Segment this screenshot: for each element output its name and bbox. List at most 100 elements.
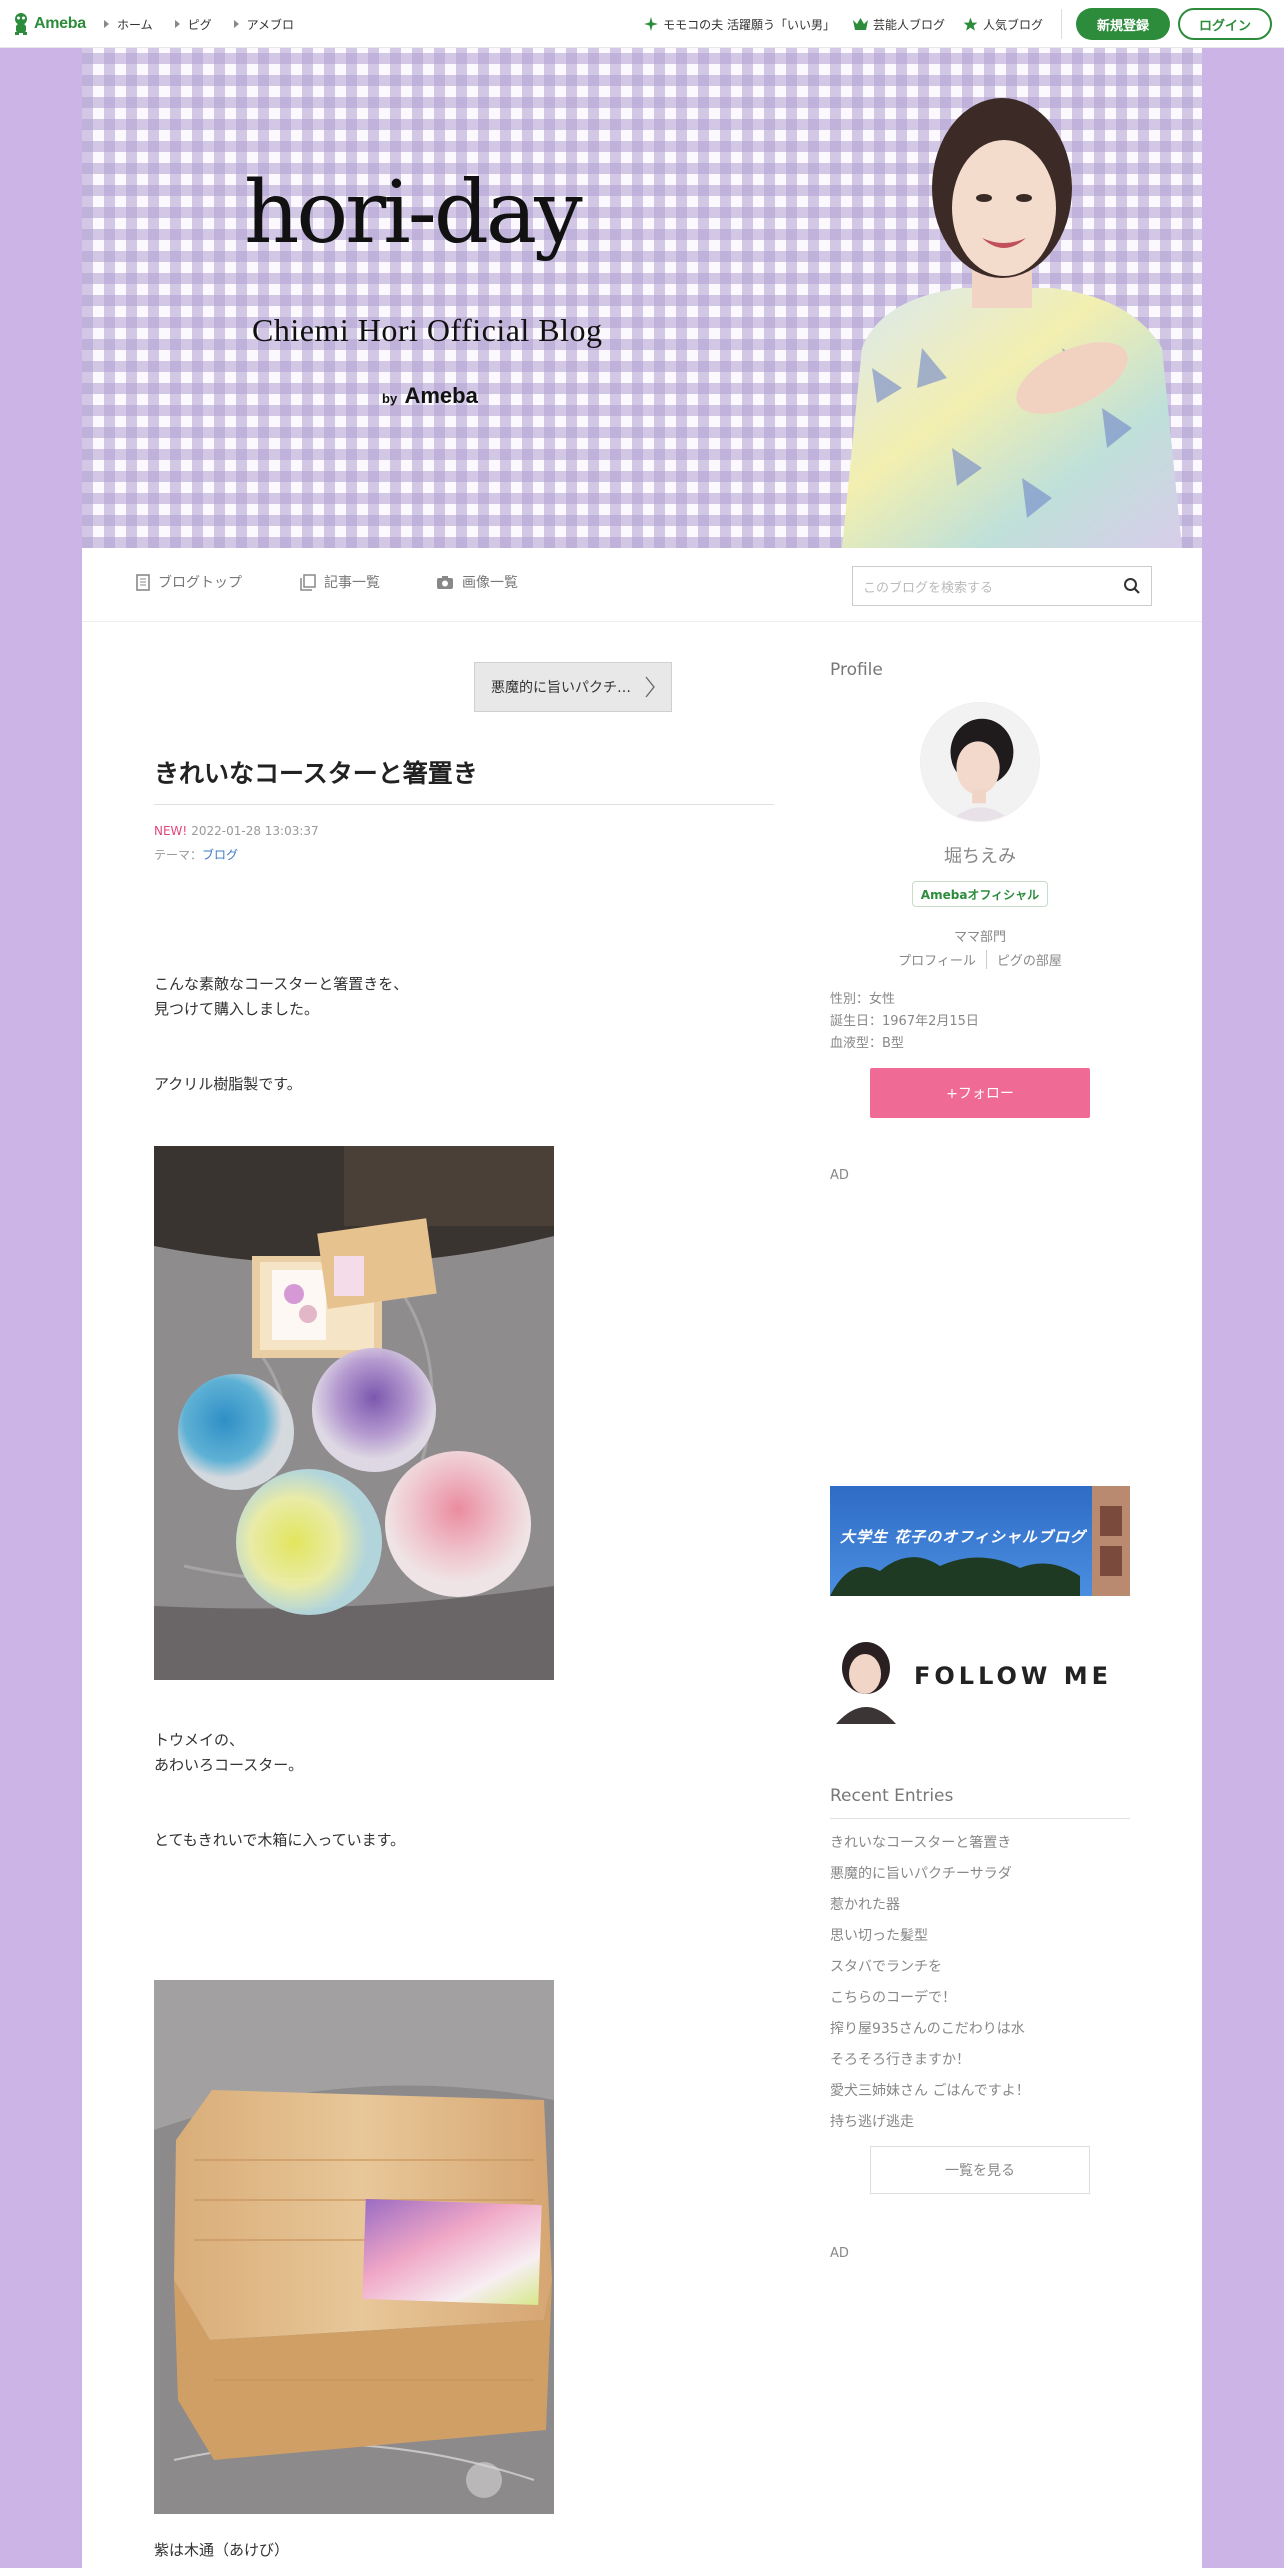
recent-divider bbox=[830, 1818, 1130, 1819]
title-divider bbox=[154, 804, 774, 805]
profile-name[interactable]: 堀ちえみ bbox=[830, 842, 1130, 868]
recent-entries-heading: Recent Entries bbox=[830, 1786, 954, 1806]
official-badge: Amebaオフィシャル bbox=[912, 881, 1048, 907]
nav-blog-top[interactable]: ブログトップ bbox=[136, 572, 242, 592]
post-datetime: 2022-01-28 13:03:37 bbox=[191, 824, 319, 838]
theme-prefix: テーマ： bbox=[154, 848, 203, 862]
crown-icon bbox=[852, 18, 868, 30]
post-paragraph: アクリル樹脂製です。 bbox=[154, 1075, 302, 1093]
profile-blood-type: 血液型：B型 bbox=[830, 1036, 904, 1051]
nav-label: ブログトップ bbox=[158, 575, 242, 591]
ad-label: AD bbox=[830, 1168, 849, 1183]
header-right: モモコの夫 活躍願う「いい男」 芸能人ブログ 人気ブログ 新規登録 ログイン bbox=[626, 0, 1272, 48]
post-paragraph: とてもきれいで木箱に入っています。 bbox=[154, 1831, 406, 1849]
post-paragraph: 紫は木通（あけび） bbox=[154, 2541, 290, 2559]
recent-entry-link[interactable]: きれいなコースターと箸置き bbox=[830, 1832, 1011, 1852]
follow-button[interactable]: +フォロー bbox=[870, 1068, 1090, 1118]
recent-entry-link[interactable]: 悪魔的に旨いパクチーサラダ bbox=[830, 1863, 1012, 1883]
blogger-portrait-image bbox=[842, 98, 1182, 548]
nav-label: 画像一覧 bbox=[462, 575, 518, 591]
pick-label: モモコの夫 活躍願う「いい男」 bbox=[663, 17, 835, 32]
recent-entry-link[interactable]: 思い切った髪型 bbox=[830, 1925, 928, 1945]
by-ameba-logo: by Ameba bbox=[382, 383, 478, 409]
ameba-logo[interactable]: Ameba bbox=[12, 10, 86, 38]
camera-icon bbox=[437, 575, 453, 589]
recent-entry-link[interactable]: 持ち逃げ逃走 bbox=[830, 2111, 914, 2131]
nav-image-list[interactable]: 画像一覧 bbox=[436, 572, 518, 592]
text-line: 見つけて購入しました。 bbox=[154, 1000, 320, 1018]
text-line: トウメイの、 bbox=[154, 1731, 245, 1749]
document-icon bbox=[136, 573, 150, 591]
recent-entry-link[interactable]: 搾り屋935さんのこだわりは水 bbox=[830, 2018, 1025, 2038]
nav-label: アメブロ bbox=[246, 17, 295, 32]
pick-news-link[interactable]: モモコの夫 活躍願う「いい男」 bbox=[644, 16, 835, 33]
search-icon[interactable] bbox=[1123, 577, 1141, 595]
sparkle-icon bbox=[644, 17, 659, 31]
text-line: こんな素敵なコースターと箸置きを、 bbox=[154, 975, 409, 993]
nav-label: 記事一覧 bbox=[324, 575, 380, 591]
follow-me-avatar bbox=[830, 1634, 900, 1724]
blog-nav-bar: ブログトップ 記事一覧 画像一覧 このブログを検索する bbox=[82, 548, 1202, 622]
nav-ameblo[interactable]: アメブロ bbox=[233, 16, 295, 33]
post-title[interactable]: きれいなコースターと箸置き bbox=[154, 754, 478, 790]
blog-subtitle: Chiemi Hori Official Blog bbox=[252, 312, 603, 348]
theme-link[interactable]: ブログ bbox=[202, 848, 238, 862]
nav-pigg[interactable]: ピグ bbox=[174, 16, 212, 33]
recent-entry-link[interactable]: そろそろ行きますか！ bbox=[830, 2049, 970, 2069]
profile-category[interactable]: ママ部門 bbox=[830, 926, 1130, 945]
pick-label: 芸能人ブログ bbox=[872, 17, 945, 32]
recent-entry-link[interactable]: こちらのコーデで！ bbox=[830, 1987, 956, 2007]
follow-me-banner[interactable]: FOLLOW ME bbox=[830, 1634, 1130, 1724]
wooden-box-photo[interactable] bbox=[154, 1980, 554, 2514]
official-blog-banner[interactable]: 大学生 花子のオフィシャルブログ bbox=[830, 1486, 1130, 1596]
logo-text: Ameba bbox=[34, 15, 86, 32]
triangle-right-icon bbox=[104, 20, 109, 28]
prev-post-label: 悪魔的に旨いパクチ… bbox=[491, 680, 631, 696]
pigg-room-link[interactable]: ピグの部屋 bbox=[985, 950, 1072, 969]
ad-label: AD bbox=[830, 2246, 849, 2261]
follow-me-text: FOLLOW ME bbox=[914, 1662, 1113, 1690]
profile-link[interactable]: プロフィール bbox=[888, 950, 986, 969]
login-button[interactable]: ログイン bbox=[1178, 8, 1272, 40]
chevron-right-icon bbox=[645, 676, 655, 698]
text-line: あわいろコースター。 bbox=[154, 1756, 304, 1774]
previous-post-button[interactable]: 悪魔的に旨いパクチ… bbox=[474, 662, 672, 712]
nav-entry-list[interactable]: 記事一覧 bbox=[300, 572, 380, 592]
search-placeholder: このブログを検索する bbox=[863, 580, 994, 596]
by-brand: Ameba bbox=[404, 383, 478, 408]
by-prefix: by bbox=[382, 391, 398, 406]
recent-entry-link[interactable]: スタバでランチを bbox=[830, 1956, 942, 1976]
nav-home[interactable]: ホーム bbox=[104, 16, 153, 33]
header-divider bbox=[1061, 9, 1062, 39]
banner-text: 大学生 花子のオフィシャルブログ bbox=[840, 1528, 1086, 1546]
blog-search-input[interactable]: このブログを検索する bbox=[852, 566, 1152, 606]
popular-blog-link[interactable]: 人気ブログ bbox=[963, 16, 1043, 33]
blog-title: hori-day bbox=[244, 163, 583, 263]
global-nav: ホーム ピグ アメブロ bbox=[104, 0, 294, 48]
nav-label: ピグ bbox=[187, 17, 212, 32]
triangle-right-icon bbox=[174, 20, 180, 28]
pick-label: 人気ブログ bbox=[982, 17, 1043, 32]
signup-button[interactable]: 新規登録 bbox=[1076, 8, 1170, 40]
global-header: Ameba ホーム ピグ アメブロ モモコの夫 活躍願う「いい男」 芸能人ブログ… bbox=[0, 0, 1284, 48]
star-icon bbox=[963, 17, 978, 31]
profile-avatar[interactable] bbox=[920, 702, 1040, 822]
blog-header-banner[interactable]: hori-day Chiemi Hori Official Blog by Am… bbox=[82, 48, 1202, 548]
post-meta: NEW! 2022-01-28 13:03:37 bbox=[154, 824, 319, 838]
profile-gender: 性別：女性 bbox=[830, 992, 896, 1007]
triangle-right-icon bbox=[233, 20, 239, 28]
copy-icon bbox=[300, 573, 316, 591]
coasters-photo[interactable] bbox=[154, 1146, 554, 1680]
nav-label: ホーム bbox=[117, 17, 153, 32]
post-theme: テーマ：ブログ bbox=[154, 846, 238, 863]
post-paragraph: トウメイの、 あわいろコースター。 bbox=[154, 1728, 303, 1778]
recent-entry-link[interactable]: 惹かれた器 bbox=[830, 1894, 900, 1914]
view-all-entries-button[interactable]: 一覧を見る bbox=[870, 2146, 1090, 2194]
ameba-mascot-icon bbox=[15, 13, 27, 35]
main-content-area: ブログトップ 記事一覧 画像一覧 このブログを検索する 悪魔的に旨いパクチ… き… bbox=[82, 548, 1202, 2568]
celebrity-blog-link[interactable]: 芸能人ブログ bbox=[852, 16, 945, 33]
profile-birthday: 誕生日：1967年2月15日 bbox=[830, 1014, 979, 1029]
recent-entry-link[interactable]: 愛犬三姉妹さん ごはんですよ！ bbox=[830, 2080, 1030, 2100]
profile-links: プロフィール ピグの部屋 bbox=[830, 950, 1130, 969]
post-paragraph: こんな素敵なコースターと箸置きを、 見つけて購入しました。 bbox=[154, 972, 408, 1022]
